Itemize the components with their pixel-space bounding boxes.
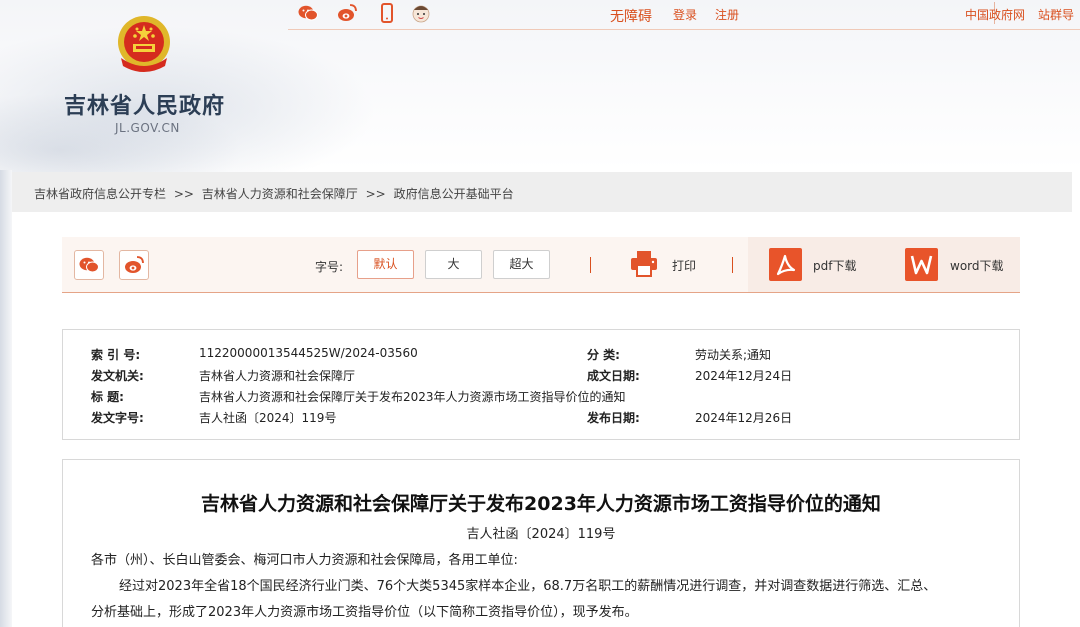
article-toolbar: 字号: 默认 大 超大 打印 pdf下载 word下载 bbox=[62, 237, 1020, 293]
meta-title-key: 标 题: bbox=[91, 390, 124, 404]
font-size-label: 字号: bbox=[315, 260, 344, 274]
gov-portal-link[interactable]: 中国政府网 bbox=[965, 6, 1025, 23]
weibo-icon[interactable] bbox=[336, 2, 358, 24]
document-meta-table: 索 引 号: 11220000013544525W/2024-03560 分 类… bbox=[62, 329, 1020, 440]
meta-created-key: 成文日期: bbox=[587, 369, 640, 383]
print-button[interactable]: 打印 bbox=[672, 257, 696, 274]
wechat-icon[interactable] bbox=[297, 2, 319, 24]
meta-issuer-value: 吉林省人力资源和社会保障厅 bbox=[199, 369, 356, 383]
article-paragraph-line: 分析基础上，形成了2023年人力资源市场工资指导价位（以下简称工资指导价位），现… bbox=[91, 605, 638, 620]
accessibility-link[interactable]: 无障碍 bbox=[610, 6, 652, 26]
meta-created-value: 2024年12月24日 bbox=[695, 369, 793, 383]
pdf-download-button[interactable]: pdf下载 bbox=[813, 257, 856, 274]
article-paragraph-line: 经过对2023年全省18个国民经济行业门类、76个大类5345家样本企业，68.… bbox=[119, 579, 937, 594]
meta-row: 发文机关: 吉林省人力资源和社会保障厅 成文日期: 2024年12月24日 bbox=[63, 367, 1019, 387]
breadcrumb-item-public-info[interactable]: 吉林省政府信息公开专栏 bbox=[34, 187, 166, 201]
share-weibo-button[interactable] bbox=[119, 250, 149, 280]
breadcrumb-item-platform[interactable]: 政府信息公开基础平台 bbox=[394, 187, 514, 201]
article-body: 吉林省人力资源和社会保障厅关于发布2023年人力资源市场工资指导价位的通知 吉人… bbox=[62, 459, 1020, 627]
article-salutation: 各市（州）、长白山管委会、梅河口市人力资源和社会保障局，各用工单位: bbox=[91, 553, 518, 568]
meta-index-key: 索 引 号: bbox=[91, 348, 141, 362]
meta-published-value: 2024年12月26日 bbox=[695, 411, 793, 425]
printer-icon[interactable] bbox=[629, 250, 659, 278]
download-zone: pdf下载 word下载 bbox=[748, 237, 1020, 292]
meta-docno-value: 吉人社函〔2024〕119号 bbox=[199, 411, 337, 425]
word-download-button[interactable]: word下载 bbox=[950, 257, 1004, 274]
national-emblem-icon bbox=[118, 16, 170, 72]
word-icon[interactable] bbox=[905, 248, 938, 281]
breadcrumb: 吉林省政府信息公开专栏 >> 吉林省人力资源和社会保障厅 >> 政府信息公开基础… bbox=[12, 172, 1072, 212]
left-page-shade bbox=[0, 170, 12, 627]
site-group-link[interactable]: 站群导 bbox=[1038, 6, 1074, 23]
meta-row: 发文字号: 吉人社函〔2024〕119号 发布日期: 2024年12月26日 bbox=[63, 409, 1019, 429]
breadcrumb-item-hrss[interactable]: 吉林省人力资源和社会保障厅 bbox=[202, 187, 358, 201]
font-default-button[interactable]: 默认 bbox=[357, 250, 414, 279]
breadcrumb-separator: >> bbox=[365, 187, 386, 201]
meta-row: 标 题: 吉林省人力资源和社会保障厅关于发布2023年人力资源市场工资指导价位的… bbox=[63, 388, 1019, 408]
meta-title-value: 吉林省人力资源和社会保障厅关于发布2023年人力资源市场工资指导价位的通知 bbox=[199, 390, 626, 404]
meta-category-key: 分 类: bbox=[587, 348, 620, 362]
font-large-button[interactable]: 大 bbox=[425, 250, 482, 279]
meta-row: 索 引 号: 11220000013544525W/2024-03560 分 类… bbox=[63, 346, 1019, 366]
meta-category-value: 劳动关系;通知 bbox=[695, 348, 772, 362]
meta-index-value: 11220000013544525W/2024-03560 bbox=[199, 346, 418, 360]
font-xlarge-button[interactable]: 超大 bbox=[493, 250, 550, 279]
article-doc-number: 吉人社函〔2024〕119号 bbox=[466, 527, 616, 542]
login-link[interactable]: 登录 bbox=[673, 6, 697, 23]
register-link[interactable]: 注册 bbox=[715, 6, 739, 23]
toolbar-divider bbox=[590, 257, 591, 273]
meta-published-key: 发布日期: bbox=[587, 411, 640, 425]
top-bar: 无障碍 登录 注册 中国政府网 站群导 bbox=[288, 0, 1080, 30]
site-title[interactable]: 吉林省人民政府 bbox=[64, 88, 225, 120]
share-wechat-button[interactable] bbox=[74, 250, 104, 280]
mascot-icon[interactable] bbox=[410, 2, 432, 24]
article-title: 吉林省人力资源和社会保障厅关于发布2023年人力资源市场工资指导价位的通知 bbox=[201, 493, 881, 515]
meta-docno-key: 发文字号: bbox=[91, 411, 144, 425]
pdf-icon[interactable] bbox=[769, 248, 802, 281]
meta-issuer-key: 发文机关: bbox=[91, 369, 144, 383]
weibo-icon bbox=[125, 256, 144, 273]
mobile-icon[interactable] bbox=[376, 2, 398, 24]
site-domain: JL.GOV.CN bbox=[115, 121, 180, 135]
breadcrumb-separator: >> bbox=[173, 187, 194, 201]
toolbar-divider bbox=[732, 257, 733, 273]
wechat-icon bbox=[79, 257, 99, 273]
